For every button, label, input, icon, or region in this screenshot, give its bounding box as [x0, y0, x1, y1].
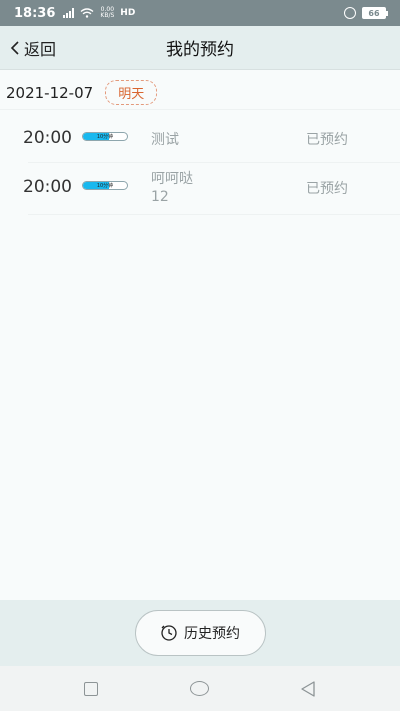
appointment-title: 呵呵哒	[151, 171, 193, 187]
back-label: 返回	[24, 40, 57, 59]
duration-indicator: 10分钟	[82, 132, 128, 141]
status-time: 18:36	[14, 5, 56, 21]
appointment-subtitle: 12	[151, 189, 169, 205]
duration-indicator: 10分钟	[82, 181, 128, 190]
status-bar: 18:36 0.00 KB/S HD 66	[0, 0, 400, 26]
page-title: 我的预约	[166, 40, 234, 60]
alarm-icon	[344, 7, 356, 19]
duration-label: 10分钟	[96, 183, 114, 189]
app-header: 返回 我的预约	[0, 26, 400, 70]
status-left: 18:36 0.00 KB/S HD	[14, 6, 135, 21]
recent-apps-icon[interactable]	[84, 682, 98, 696]
wifi-icon	[80, 8, 94, 18]
date-group-header: 2021-12-07 明天	[0, 76, 400, 110]
day-badge: 明天	[105, 80, 158, 105]
appointment-status: 已预约	[306, 132, 348, 148]
status-icons: 0.00 KB/S HD	[63, 7, 135, 19]
appointment-status: 已预约	[306, 181, 348, 197]
appointment-row[interactable]: 20:00 10分钟 呵呵哒 12 已预约	[0, 163, 400, 215]
history-button[interactable]: 历史预约	[134, 610, 266, 656]
battery-level: 66	[362, 7, 386, 19]
net-speed-unit: KB/S	[100, 12, 115, 19]
appointment-time: 20:00	[23, 177, 72, 197]
home-icon[interactable]	[190, 681, 209, 696]
row-divider	[28, 214, 400, 215]
signal-icon	[63, 8, 75, 18]
system-nav-bar	[0, 666, 400, 711]
chevron-left-icon	[10, 41, 19, 55]
appointment-time: 20:00	[23, 128, 72, 148]
battery-icon: 66	[362, 7, 388, 19]
back-button[interactable]: 返回	[10, 26, 56, 70]
duration-label: 10分钟	[96, 134, 114, 140]
clock-icon	[161, 625, 177, 641]
history-label: 历史预约	[184, 626, 240, 642]
date-label: 2021-12-07	[6, 83, 94, 102]
appointment-title-block: 呵呵哒 12	[151, 170, 193, 206]
net-speed: 0.00 KB/S	[100, 7, 114, 19]
back-triangle-icon[interactable]	[299, 680, 317, 698]
appointment-title: 测试	[151, 132, 179, 148]
hd-badge: HD	[120, 8, 136, 18]
status-right: 66	[344, 7, 388, 19]
appointment-row[interactable]: 20:00 10分钟 测试 已预约	[0, 114, 400, 163]
appointment-list: 20:00 10分钟 测试 已预约 20:00 10分钟 呵呵哒 12 已预约	[0, 114, 400, 215]
bottom-action-bar: 历史预约	[0, 600, 400, 666]
